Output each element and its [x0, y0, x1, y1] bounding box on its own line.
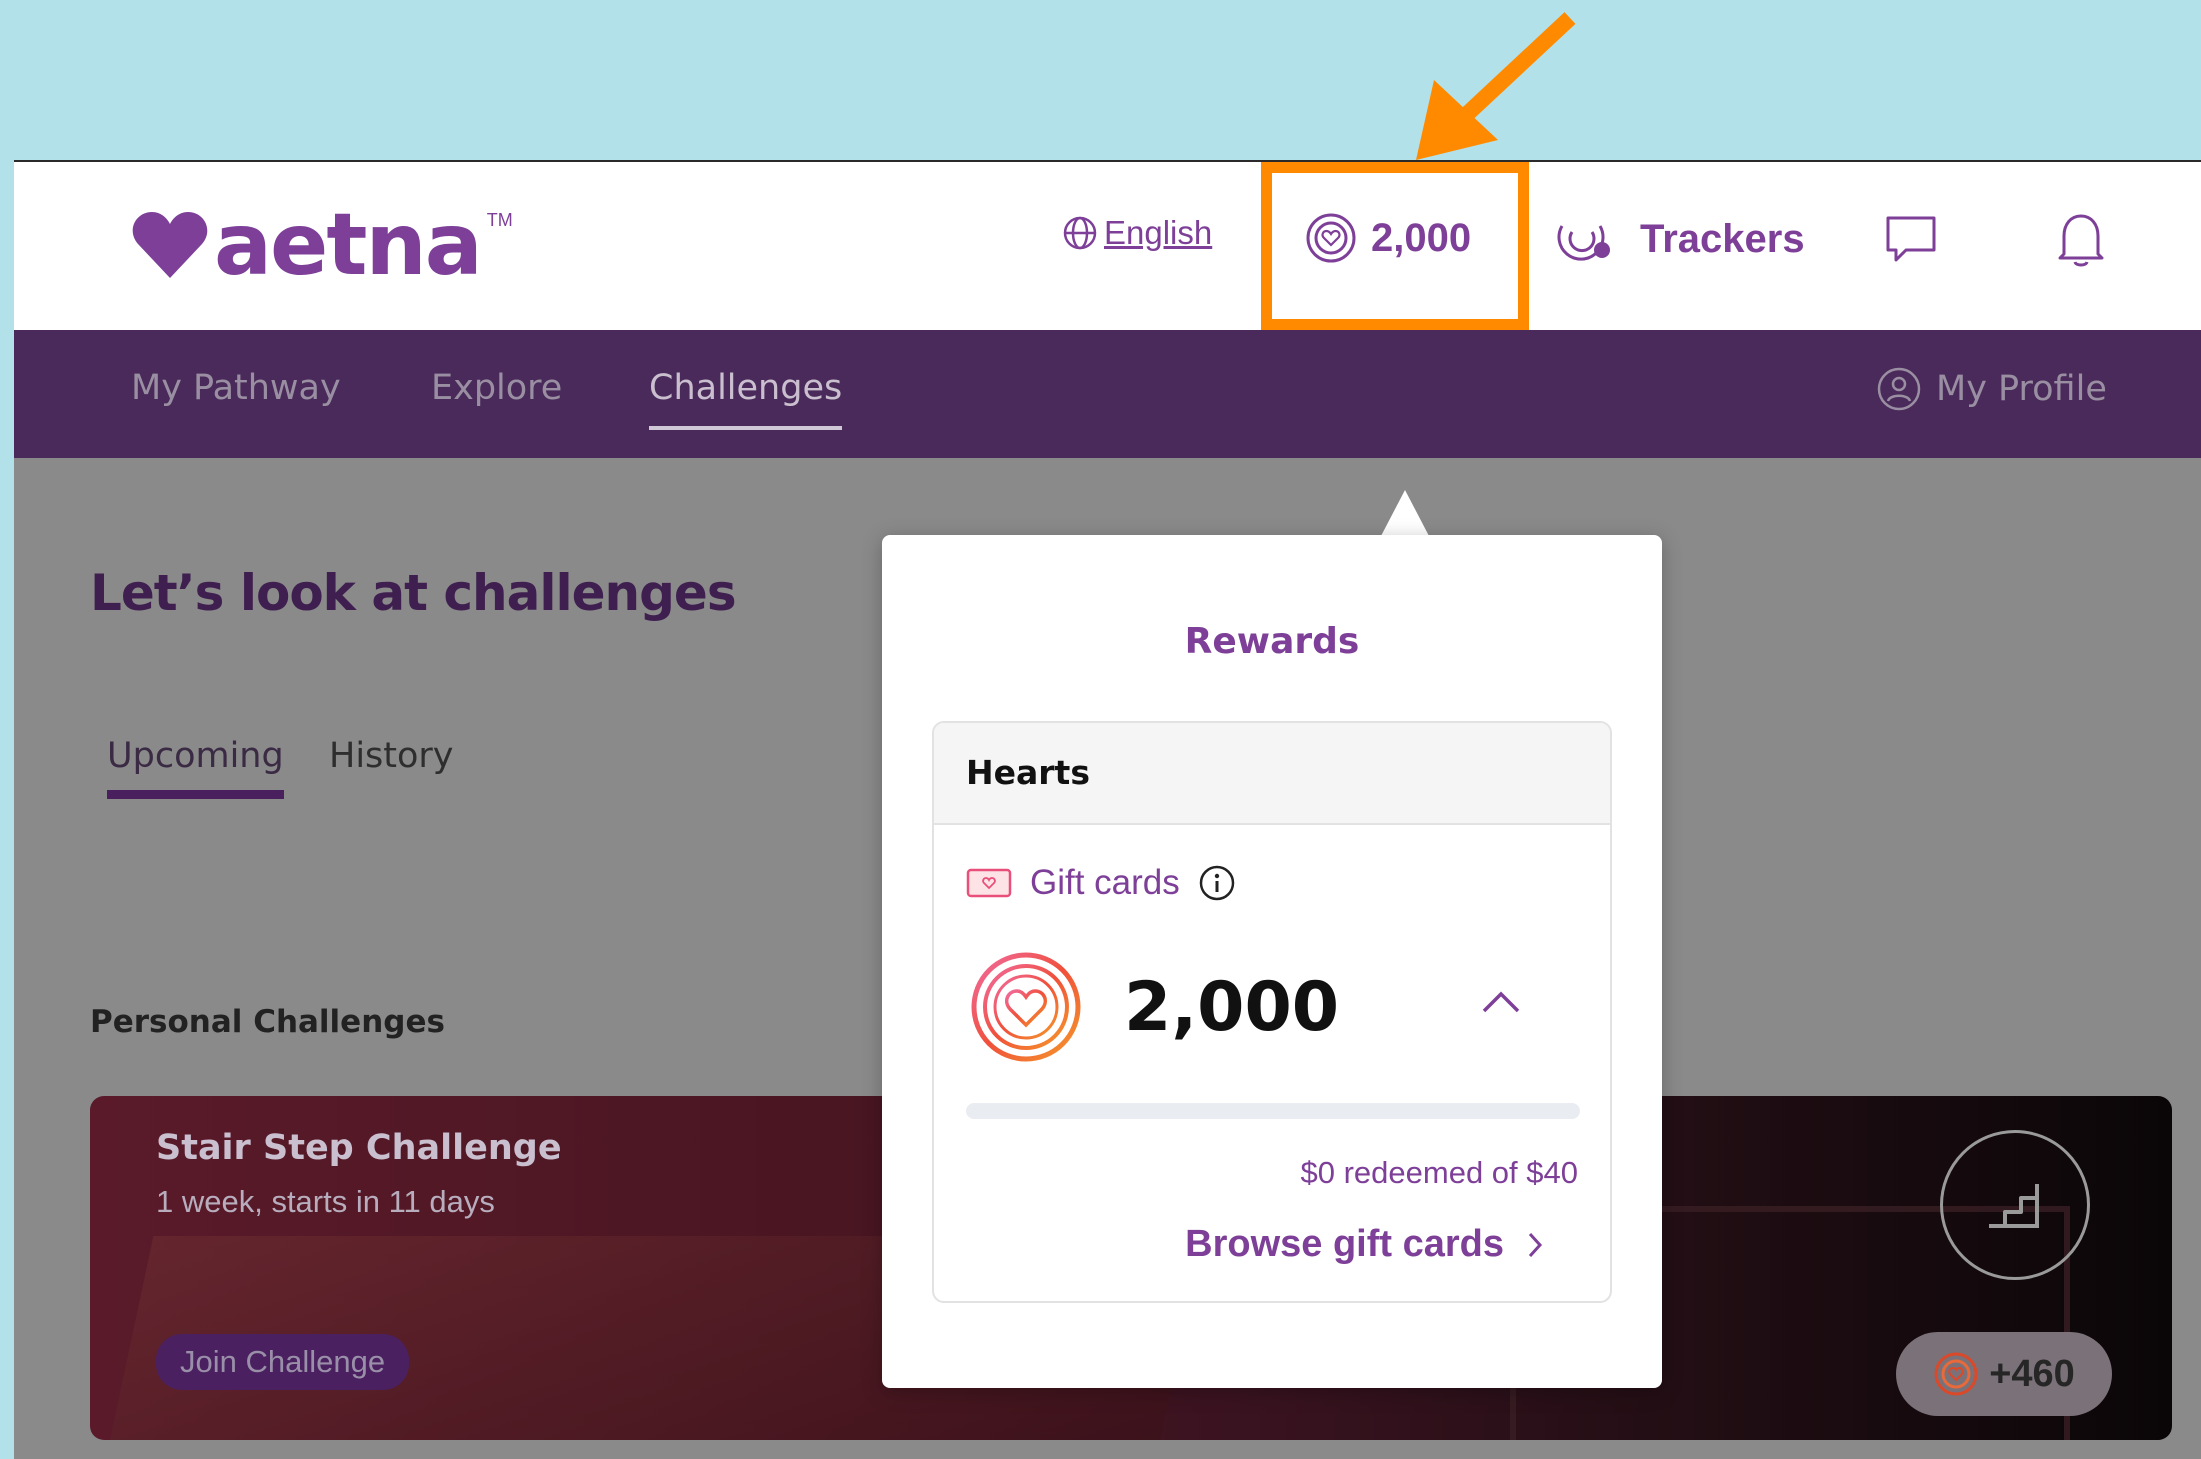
heart-logo-icon [132, 212, 208, 278]
challenge-title: Stair Step Challenge [156, 1128, 562, 1168]
rewards-points-button[interactable]: 2,000 [1305, 212, 1471, 264]
join-challenge-button[interactable]: Join Challenge [156, 1334, 410, 1390]
redeemed-text: $0 redeemed of $40 [1300, 1155, 1579, 1190]
nav-item-explore[interactable]: Explore [431, 368, 562, 408]
info-icon[interactable] [1198, 864, 1236, 902]
gift-card-icon [966, 868, 1012, 898]
callout-arrow-icon [1416, 12, 1576, 160]
browse-gift-cards-link[interactable]: Browse gift cards [1185, 1223, 1544, 1266]
hearts-balance-icon [971, 952, 1081, 1062]
top-bar: aetna TM English 2,000 Trackers [14, 162, 2201, 330]
rewards-popup: Rewards Hearts Gift cards 2,000 $0 redee… [882, 535, 1662, 1388]
chevron-up-icon[interactable] [1480, 987, 1522, 1017]
page-title: Let’s look at challenges [90, 564, 737, 622]
logo-trademark: TM [486, 210, 513, 230]
points-value: 2,000 [1371, 215, 1472, 260]
hearts-header: Hearts [934, 723, 1610, 825]
redeem-progress-bar [966, 1103, 1580, 1119]
nav-item-challenges[interactable]: Challenges [649, 368, 843, 430]
bell-icon[interactable] [2054, 210, 2108, 270]
my-profile-label: My Profile [1936, 369, 2107, 409]
globe-icon [1063, 216, 1097, 250]
hearts-panel: Hearts Gift cards 2,000 $0 redeemed of $… [932, 721, 1612, 1303]
language-label: English [1104, 214, 1213, 251]
my-profile-link[interactable]: My Profile [1876, 366, 2107, 412]
trackers-icon [1557, 225, 1610, 261]
gift-cards-row: Gift cards [966, 863, 1236, 903]
section-title: Personal Challenges [90, 1004, 445, 1040]
bonus-points-value: +460 [1989, 1352, 2075, 1395]
challenge-subtitle: 1 week, starts in 11 days [156, 1184, 495, 1219]
tab-upcoming[interactable]: Upcoming [107, 736, 284, 799]
popup-pointer [1381, 490, 1429, 536]
trackers-button[interactable]: Trackers [1554, 212, 1805, 266]
hearts-balance-row: 2,000 [970, 951, 1580, 1063]
language-selector[interactable]: English [1062, 214, 1212, 252]
stairs-icon [1989, 1184, 2039, 1228]
logo-wordmark: aetna [214, 195, 483, 295]
chevron-right-icon [1528, 1232, 1543, 1257]
bonus-points-badge: +460 [1896, 1332, 2112, 1416]
rewards-title: Rewards [1184, 621, 1360, 662]
heart-points-icon [1306, 213, 1356, 263]
tab-history[interactable]: History [329, 736, 454, 776]
challenge-icon-badge [1940, 1130, 2090, 1280]
main-nav: My Pathway Explore Challenges My Profile [14, 330, 2201, 458]
heart-points-icon [1934, 1352, 1978, 1396]
app-window: aetna TM English 2,000 Trackers My Pathw… [14, 160, 2201, 1459]
profile-icon [1877, 367, 1921, 411]
trackers-label: Trackers [1640, 216, 1805, 261]
nav-item-my-pathway[interactable]: My Pathway [131, 368, 341, 408]
browse-gift-cards-label: Browse gift cards [1185, 1223, 1504, 1265]
aetna-logo[interactable]: aetna TM [132, 202, 513, 288]
hearts-balance-value: 2,000 [1124, 967, 1340, 1047]
gift-cards-label: Gift cards [1030, 863, 1180, 902]
chat-icon[interactable] [1884, 214, 1938, 264]
